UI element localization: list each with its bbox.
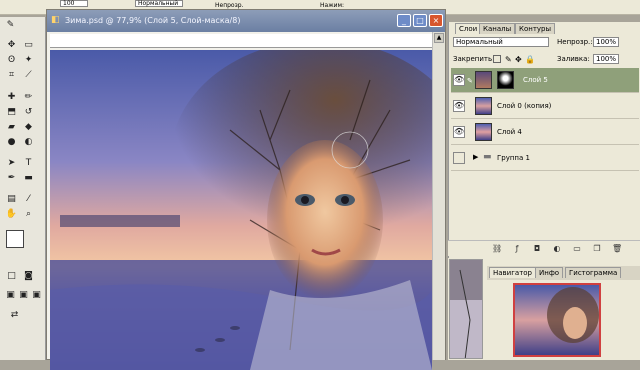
lock-label: Закрепить: bbox=[453, 55, 495, 63]
layer-name: Слой 4 bbox=[497, 128, 522, 136]
blend-mode-select[interactable]: Нормальный bbox=[453, 37, 549, 47]
layer-thumbnail bbox=[475, 123, 492, 141]
stamp-tool-icon[interactable]: ⬒ bbox=[5, 106, 18, 118]
opacity-label: Непрозр. bbox=[215, 2, 244, 9]
link-layers-icon[interactable]: ⛓ bbox=[492, 244, 502, 254]
jump-to-imageready-icon[interactable]: ⇄ bbox=[8, 309, 21, 321]
image-canvas[interactable] bbox=[50, 50, 432, 370]
navigator-view-box[interactable] bbox=[513, 283, 601, 357]
new-layer-icon[interactable]: ❐ bbox=[592, 244, 602, 254]
document-icon: ◧ bbox=[51, 15, 60, 25]
navigator-tabs: Навигатор Инфо Гистограмма bbox=[487, 266, 640, 280]
layer-name: Слой 0 (копия) bbox=[497, 102, 552, 110]
navigator-strip-preview bbox=[449, 259, 483, 359]
layer-name: Слой 5 bbox=[523, 76, 548, 84]
eraser-tool-icon[interactable]: ▰ bbox=[5, 121, 18, 133]
eye-icon[interactable]: 👁 bbox=[453, 126, 465, 138]
tab-channels[interactable]: Каналы bbox=[479, 23, 516, 34]
layer-thumbnail bbox=[475, 71, 492, 89]
layer-row-sloi0-copy[interactable]: 👁 Слой 0 (копия) bbox=[451, 94, 639, 119]
dodge-tool-icon[interactable]: ◐ bbox=[22, 136, 35, 148]
notes-tool-icon[interactable]: ▤ bbox=[5, 193, 18, 205]
crop-tool-icon[interactable]: ⌗ bbox=[5, 69, 18, 81]
fill-label: Заливка: bbox=[557, 55, 590, 63]
blur-tool-icon[interactable]: ● bbox=[5, 136, 18, 148]
eye-icon[interactable]: 👁 bbox=[453, 74, 465, 86]
type-tool-icon[interactable]: T bbox=[22, 157, 35, 169]
fill-field[interactable]: 100% bbox=[593, 54, 619, 64]
bucket-tool-icon[interactable]: ◆ bbox=[22, 121, 35, 133]
wand-tool-icon[interactable]: ✦ bbox=[22, 54, 35, 66]
marquee-tool-icon[interactable]: ▭ bbox=[22, 39, 35, 51]
screen-mode-1-icon[interactable]: ▣ bbox=[4, 289, 17, 301]
folder-icon: ▬ bbox=[483, 152, 492, 162]
layers-palette: Слои Каналы Контуры Нормальный Непрозр.:… bbox=[448, 22, 640, 258]
strip-image bbox=[450, 260, 482, 358]
foreground-color-swatch[interactable] bbox=[6, 230, 24, 248]
document-title-bar[interactable]: ◧ Зима.psd @ 77,9% (Слой 5, Слой-маска/8… bbox=[47, 10, 445, 32]
close-button[interactable]: × bbox=[429, 14, 443, 27]
lock-transparency-icon[interactable] bbox=[493, 55, 501, 63]
maximize-button[interactable]: □ bbox=[413, 14, 427, 27]
tab-navigator[interactable]: Навигатор bbox=[489, 267, 536, 278]
eyedropper-tool-icon[interactable]: ⁄ bbox=[22, 193, 35, 205]
brush-tool-icon[interactable]: ✏ bbox=[22, 91, 35, 103]
layer-row-group1[interactable]: ▶ ▬ Группа 1 bbox=[451, 146, 639, 171]
move-tool-icon[interactable]: ✥ bbox=[5, 39, 18, 51]
toolbox: ✎ ✥ ▭ ʘ ✦ ⌗ ⟋ ✚ ✏ ⬒ ↺ ▰ ◆ ● ◐ ➤ T ✒ ▬ ▤ … bbox=[0, 17, 46, 360]
layer-mask-thumbnail[interactable] bbox=[497, 71, 514, 89]
trash-icon[interactable]: 🗑 bbox=[612, 244, 622, 254]
opacity-label: Непрозр.: bbox=[557, 38, 593, 46]
adjustment-layer-icon[interactable]: ◐ bbox=[552, 244, 562, 254]
layer-name: Группа 1 bbox=[497, 154, 530, 162]
standard-mode-icon[interactable]: □ bbox=[5, 270, 18, 282]
tab-paths[interactable]: Контуры bbox=[515, 23, 556, 34]
eye-icon[interactable]: 👁 bbox=[453, 100, 465, 112]
eye-toggle[interactable] bbox=[453, 152, 465, 164]
add-mask-icon[interactable]: ◘ bbox=[532, 244, 542, 254]
hand-tool-icon[interactable]: ✋ bbox=[5, 208, 18, 220]
tab-info[interactable]: Инфо bbox=[535, 267, 564, 278]
minimize-button[interactable]: _ bbox=[397, 14, 411, 27]
path-select-icon[interactable]: ➤ bbox=[5, 157, 18, 169]
scroll-up-icon[interactable]: ▲ bbox=[434, 33, 444, 43]
tab-layers[interactable]: Слои bbox=[455, 23, 482, 34]
layer-row-sloi4[interactable]: 👁 Слой 4 bbox=[451, 120, 639, 145]
lasso-tool-icon[interactable]: ʘ bbox=[5, 54, 18, 66]
screen-mode-3-icon[interactable]: ▣ bbox=[30, 289, 43, 301]
feather-icon: ✎ bbox=[6, 20, 15, 30]
screen-mode-2-icon[interactable]: ▣ bbox=[17, 289, 30, 301]
ruler bbox=[50, 34, 432, 48]
flow-label: Нажим: bbox=[320, 2, 345, 9]
slice-tool-icon[interactable]: ⟋ bbox=[22, 69, 35, 81]
size-field[interactable]: 100 bbox=[60, 0, 88, 7]
document-title: Зима.psd @ 77,9% (Слой 5, Слой-маска/8) bbox=[65, 16, 241, 25]
shape-tool-icon[interactable]: ▬ bbox=[22, 172, 35, 184]
lock-all-icon[interactable]: 🔒 bbox=[525, 55, 535, 64]
opacity-field[interactable]: 100% bbox=[593, 37, 619, 47]
layer-thumbnail bbox=[475, 97, 492, 115]
layer-row-sloi5[interactable]: 👁 ✎ Слой 5 bbox=[451, 68, 639, 93]
vertical-scrollbar[interactable]: ▲ bbox=[432, 32, 445, 360]
brush-link-icon: ✎ bbox=[467, 77, 473, 85]
add-style-icon[interactable]: ƒ bbox=[512, 244, 522, 254]
history-brush-icon[interactable]: ↺ bbox=[22, 106, 35, 118]
tab-histogram[interactable]: Гистограмма bbox=[565, 267, 622, 278]
lock-brush-icon[interactable]: ✎ bbox=[505, 55, 512, 64]
quickmask-mode-icon[interactable]: ◙ bbox=[22, 270, 35, 282]
zoom-tool-icon[interactable]: ⌕ bbox=[22, 208, 35, 220]
new-group-icon[interactable]: ▭ bbox=[572, 244, 582, 254]
composite-image bbox=[50, 50, 432, 370]
pen-tool-icon[interactable]: ✒ bbox=[5, 172, 18, 184]
mode-select[interactable]: Нормальный bbox=[135, 0, 183, 7]
lock-move-icon[interactable]: ✥ bbox=[515, 55, 522, 64]
heal-tool-icon[interactable]: ✚ bbox=[5, 91, 18, 103]
layers-footer: ⛓ ƒ ◘ ◐ ▭ ❐ 🗑 bbox=[448, 240, 640, 256]
expand-arrow-icon[interactable]: ▶ bbox=[473, 153, 478, 161]
document-window: ◧ Зима.psd @ 77,9% (Слой 5, Слой-маска/8… bbox=[46, 9, 446, 370]
navigator-thumbnail bbox=[515, 285, 599, 355]
